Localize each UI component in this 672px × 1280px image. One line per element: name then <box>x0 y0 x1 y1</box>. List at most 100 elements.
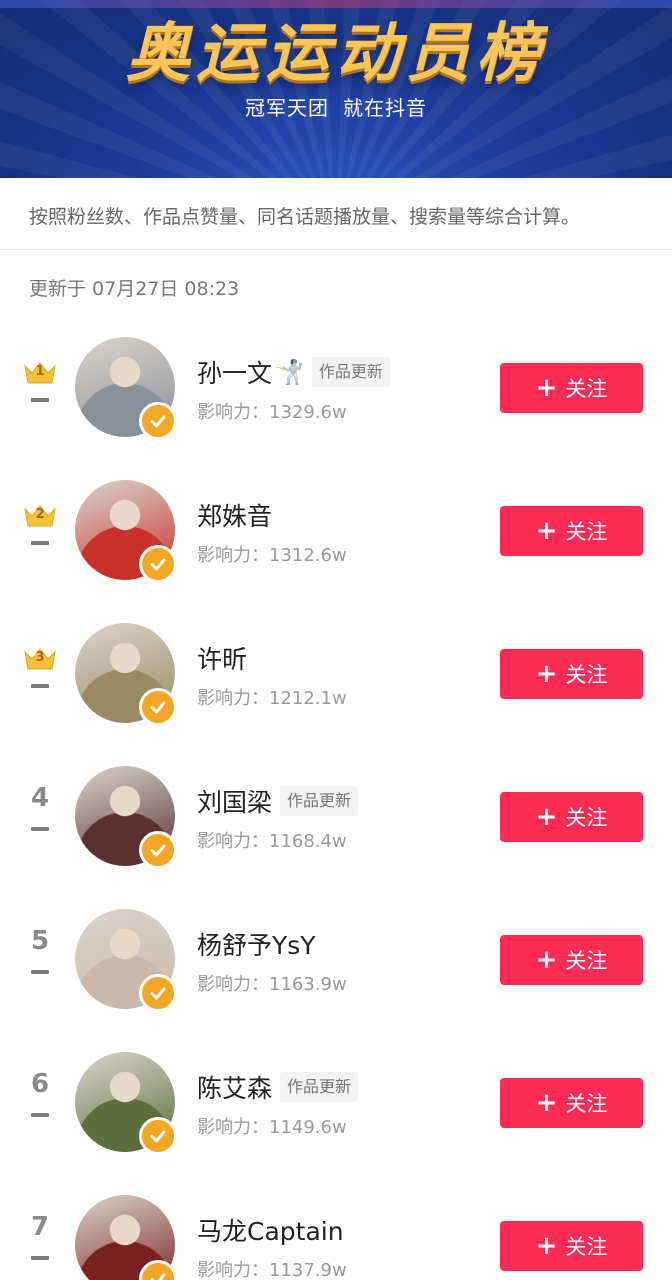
banner-subtitle-right: 就在抖音 <box>343 96 427 120</box>
athlete-name[interactable]: 郑姝音 <box>197 497 272 533</box>
influence-value: 1137.9w <box>269 1260 347 1280</box>
rank-indicator: 3 <box>22 646 58 696</box>
plus-icon: + <box>535 945 558 975</box>
athlete-name[interactable]: 杨舒予YsY <box>197 926 316 962</box>
update-tag: 作品更新 <box>280 1072 359 1102</box>
follow-button[interactable]: + 关注 <box>500 649 643 699</box>
follow-label: 关注 <box>565 806 608 830</box>
athlete-name[interactable]: 孙一文 <box>197 354 272 390</box>
rank-number: 5 <box>30 926 50 956</box>
follow-button[interactable]: + 关注 <box>500 363 643 413</box>
crown-icon: 1 <box>23 360 57 386</box>
rank-number: 7 <box>30 1212 50 1242</box>
update-time: 更新于 07月27日 08:23 <box>29 278 240 300</box>
rank-change-dash-icon <box>31 684 49 688</box>
ranking-row[interactable]: 1 孙一文 🤺 作品更新 影响力：1329.6w + 关注 <box>0 316 672 459</box>
follow-label: 关注 <box>565 663 608 687</box>
plus-icon: + <box>535 802 558 832</box>
influence-label: 影响力： <box>197 831 269 852</box>
ranking-list: 1 孙一文 🤺 作品更新 影响力：1329.6w + 关注 2 郑姝音 影响力：… <box>0 316 672 1280</box>
follow-label: 关注 <box>565 1092 608 1116</box>
rank-number: 2 <box>35 507 45 522</box>
influence-value: 1329.6w <box>269 402 347 423</box>
rank-number: 6 <box>30 1069 50 1099</box>
influence-label: 影响力： <box>197 688 269 709</box>
follow-button[interactable]: + 关注 <box>500 1078 643 1128</box>
influence-label: 影响力： <box>197 974 269 995</box>
follow-label: 关注 <box>565 520 608 544</box>
plus-icon: + <box>535 516 558 546</box>
ranking-row[interactable]: 6 陈艾森 作品更新 影响力：1149.6w + 关注 <box>0 1031 672 1174</box>
influence-value: 1212.1w <box>269 688 347 709</box>
athlete-name[interactable]: 刘国梁 <box>197 783 272 819</box>
name-line: 许昕 <box>197 640 247 676</box>
rank-number: 4 <box>30 783 50 813</box>
rank-indicator: 2 <box>22 503 58 553</box>
influence-score: 影响力：1212.1w <box>197 684 347 710</box>
update-tag: 作品更新 <box>311 357 390 387</box>
follow-button[interactable]: + 关注 <box>500 935 643 985</box>
rank-indicator: 6 <box>22 1069 58 1125</box>
name-line: 孙一文 🤺 作品更新 <box>197 354 390 390</box>
update-tag: 作品更新 <box>280 786 359 816</box>
rank-indicator: 7 <box>22 1212 58 1268</box>
crown-icon: 3 <box>23 646 57 672</box>
influence-score: 影响力：1168.4w <box>197 827 347 853</box>
fencing-icon: 🤺 <box>274 358 304 386</box>
name-line: 郑姝音 <box>197 497 272 533</box>
influence-score: 影响力：1163.9w <box>197 970 347 996</box>
verified-badge-icon <box>139 402 177 440</box>
influence-value: 1149.6w <box>269 1117 347 1138</box>
influence-value: 1163.9w <box>269 974 347 995</box>
crown-icon: 2 <box>23 503 57 529</box>
plus-icon: + <box>535 1231 558 1261</box>
ranking-row[interactable]: 3 许昕 影响力：1212.1w + 关注 <box>0 602 672 745</box>
influence-label: 影响力： <box>197 1260 269 1280</box>
athlete-name[interactable]: 陈艾森 <box>197 1069 272 1105</box>
verified-badge-icon <box>139 545 177 583</box>
influence-score: 影响力：1137.9w <box>197 1256 347 1280</box>
influence-label: 影响力： <box>197 545 269 566</box>
banner: 奥运运动员榜 冠军天团 就在抖音 <box>0 0 672 178</box>
verified-badge-icon <box>139 831 177 869</box>
follow-label: 关注 <box>565 1235 608 1259</box>
ranking-description: 按照粉丝数、作品点赞量、同名话题播放量、搜索量等综合计算。 <box>0 178 672 250</box>
ranking-row[interactable]: 5 杨舒予YsY 影响力：1163.9w + 关注 <box>0 888 672 1031</box>
name-line: 陈艾森 作品更新 <box>197 1069 359 1105</box>
rank-change-dash-icon <box>31 1113 49 1117</box>
influence-score: 影响力：1312.6w <box>197 541 347 567</box>
influence-score: 影响力：1329.6w <box>197 398 347 424</box>
influence-score: 影响力：1149.6w <box>197 1113 347 1139</box>
athlete-name[interactable]: 马龙Captain <box>197 1212 344 1248</box>
rank-number: 1 <box>35 364 45 379</box>
influence-label: 影响力： <box>197 1117 269 1138</box>
ranking-row[interactable]: 2 郑姝音 影响力：1312.6w + 关注 <box>0 459 672 602</box>
rank-change-dash-icon <box>31 970 49 974</box>
plus-icon: + <box>535 1088 558 1118</box>
influence-value: 1312.6w <box>269 545 347 566</box>
name-line: 杨舒予YsY <box>197 926 316 962</box>
rank-number: 3 <box>35 650 45 665</box>
rank-indicator: 5 <box>22 926 58 982</box>
rank-indicator: 1 <box>22 360 58 410</box>
name-line: 马龙Captain <box>197 1212 344 1248</box>
verified-badge-icon <box>139 1117 177 1155</box>
plus-icon: + <box>535 373 558 403</box>
follow-button[interactable]: + 关注 <box>500 792 643 842</box>
rank-change-dash-icon <box>31 827 49 831</box>
verified-badge-icon <box>139 974 177 1012</box>
plus-icon: + <box>535 659 558 689</box>
athlete-name[interactable]: 许昕 <box>197 640 247 676</box>
banner-subtitle-left: 冠军天团 <box>245 96 329 120</box>
follow-button[interactable]: + 关注 <box>500 506 643 556</box>
influence-label: 影响力： <box>197 402 269 423</box>
follow-button[interactable]: + 关注 <box>500 1221 643 1271</box>
influence-value: 1168.4w <box>269 831 347 852</box>
ranking-row[interactable]: 7 马龙Captain 影响力：1137.9w + 关注 <box>0 1174 672 1280</box>
ranking-row[interactable]: 4 刘国梁 作品更新 影响力：1168.4w + 关注 <box>0 745 672 888</box>
rank-indicator: 4 <box>22 783 58 839</box>
rank-change-dash-icon <box>31 1256 49 1260</box>
rank-change-dash-icon <box>31 541 49 545</box>
rank-change-dash-icon <box>31 398 49 402</box>
name-line: 刘国梁 作品更新 <box>197 783 359 819</box>
